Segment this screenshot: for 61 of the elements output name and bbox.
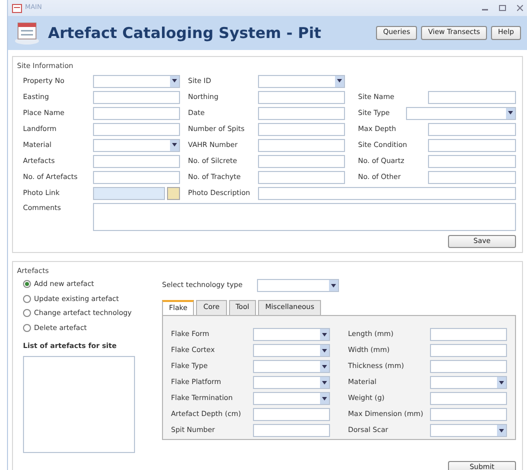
input-field[interactable] (430, 360, 507, 374)
input-field[interactable] (428, 90, 516, 104)
form-icon (14, 21, 40, 45)
dropdown-field[interactable] (93, 74, 180, 88)
dropdown-arrow-icon[interactable] (322, 396, 327, 401)
close-icon[interactable] (517, 5, 523, 11)
dropdown-field[interactable] (253, 392, 330, 406)
radio-button[interactable] (23, 324, 31, 332)
input-field[interactable] (253, 408, 330, 422)
input-field[interactable] (258, 138, 345, 152)
input-field[interactable] (428, 122, 516, 136)
dropdown-arrow-icon[interactable] (499, 428, 504, 433)
dropdown-arrow-icon[interactable] (172, 79, 177, 83)
dropdown-field[interactable] (253, 328, 330, 342)
dropdown-arrow-icon[interactable] (172, 143, 177, 147)
input-field[interactable] (258, 154, 345, 168)
dropdown-arrow-icon[interactable] (499, 380, 504, 385)
dropdown-field[interactable] (258, 74, 345, 88)
input-field[interactable] (93, 90, 180, 104)
folder-icon[interactable] (167, 186, 180, 200)
dropdown-field[interactable] (253, 344, 330, 358)
dropdown-arrow-icon[interactable] (322, 332, 327, 337)
radio-button[interactable] (23, 309, 31, 318)
radio-button[interactable] (23, 294, 31, 303)
dropdown-field[interactable] (93, 138, 180, 152)
dropdown-arrow-icon[interactable] (322, 348, 327, 353)
input-field[interactable] (93, 202, 516, 230)
input-field[interactable] (93, 106, 180, 120)
input-field[interactable] (428, 170, 516, 184)
dropdown-arrow-icon[interactable] (337, 79, 342, 83)
radio-button[interactable] (23, 280, 31, 288)
input-field[interactable] (93, 122, 180, 136)
dropdown-field[interactable] (253, 360, 330, 374)
input-field[interactable] (428, 138, 516, 152)
dropdown-field[interactable] (257, 279, 339, 292)
input-field[interactable] (430, 344, 507, 358)
app-icon (12, 4, 22, 12)
input-field[interactable] (430, 392, 507, 406)
dropdown-arrow-icon[interactable] (508, 111, 513, 115)
input-field[interactable] (93, 186, 165, 200)
input-field[interactable] (253, 424, 330, 438)
dropdown-field[interactable] (430, 376, 507, 390)
input-field[interactable] (258, 106, 345, 120)
artefact-list[interactable] (23, 356, 135, 453)
input-field[interactable] (258, 186, 516, 200)
dropdown-arrow-icon[interactable] (322, 380, 327, 385)
form-title: Artefact Cataloging System - Pit (48, 22, 322, 44)
input-field[interactable] (258, 90, 345, 104)
input-field[interactable] (93, 154, 180, 168)
dropdown-arrow-icon[interactable] (331, 284, 336, 288)
input-field[interactable] (428, 154, 516, 168)
dropdown-arrow-icon[interactable] (322, 364, 327, 369)
input-field[interactable] (258, 122, 345, 136)
input-field[interactable] (430, 328, 507, 342)
input-field[interactable] (258, 170, 345, 184)
input-field[interactable] (430, 408, 507, 422)
input-field[interactable] (93, 170, 180, 184)
dropdown-field[interactable] (253, 376, 330, 390)
maximize-icon[interactable] (499, 5, 506, 11)
dropdown-field[interactable] (406, 106, 516, 120)
dropdown-field[interactable] (430, 424, 507, 438)
